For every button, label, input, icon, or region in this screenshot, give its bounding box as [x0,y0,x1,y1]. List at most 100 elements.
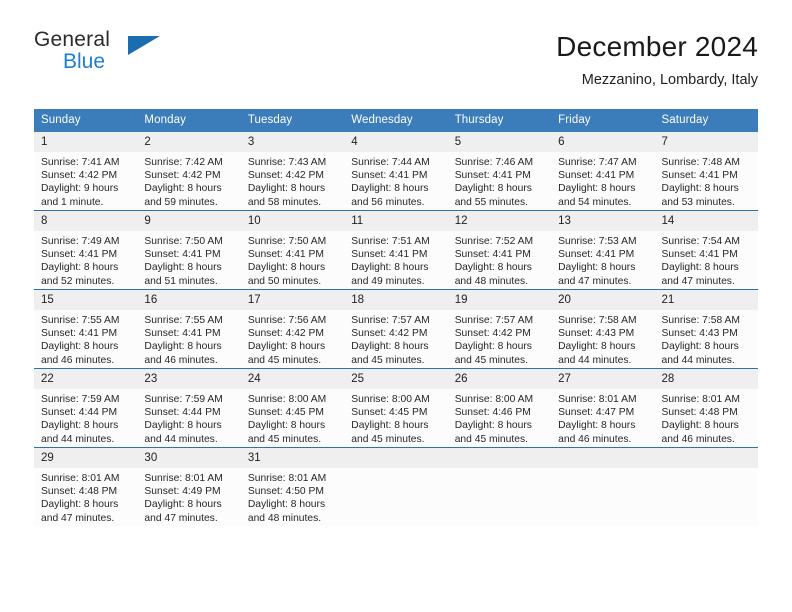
day-cell-inner: 28 Sunrise: 8:01 AM Sunset: 4:48 PM Dayligh… [654,369,758,447]
day-number: 30 [137,448,241,468]
logo-triangle-icon [128,36,160,55]
sunrise-text: Sunrise: 7:49 AM [41,236,120,247]
day-cell[interactable]: 6 Sunrise: 7:47 AM Sunset: 4:41 PM Daylight… [551,132,655,211]
day-details: Sunrise: 7:48 AM Sunset: 4:41 PM Daylight:… [655,152,758,209]
sunrise-text: Sunrise: 8:00 AM [247,394,327,405]
daylight-text-line1: Daylight: 8 hours [247,420,326,432]
day-cell-inner: 11 Sunrise: 7:51 AM Sunset: 4:41 PM Dayligh… [344,211,448,289]
day-cell[interactable]: 12 Sunrise: 7:52 AM Sunset: 4:41 PM Dayligh… [447,210,552,290]
daylight-text-line1: Daylight: 8 hours [454,262,532,274]
day-cell[interactable]: 29 Sunrise: 8:01 AM Sunset: 4:48 PM Dayligh… [34,447,138,526]
daylight-text-line1: Daylight: 8 hours [144,341,222,353]
daylight-text-line2: and 45 minutes. [454,433,528,445]
day-number [447,448,552,468]
daylight-text-line1: Daylight: 8 hours [351,341,429,353]
sunset-text: Sunset: 4:44 PM [41,407,118,419]
calendar-body: 1 Sunrise: 7:41 AM Sunset: 4:42 PM Daylight… [34,132,758,526]
daylight-text-line2: and 45 minutes. [351,433,425,445]
day-cell[interactable]: 9 Sunrise: 7:50 AM Sunset: 4:41 PM Daylight… [137,210,241,290]
day-cell-inner: 20 Sunrise: 7:58 AM Sunset: 4:43 PM Dayligh… [551,290,655,368]
daylight-text-line2: and 46 minutes. [558,433,632,445]
day-cell[interactable]: 23 Sunrise: 7:59 AM Sunset: 4:44 PM Dayligh… [137,368,241,448]
day-number: 17 [240,290,345,310]
sunset-text: Sunset: 4:46 PM [454,407,531,419]
day-cell[interactable]: 25 Sunrise: 8:00 AM Sunset: 4:45 PM Dayligh… [344,368,448,448]
sunrise-text: Sunrise: 7:41 AM [41,157,120,168]
sunset-text: Sunset: 4:41 PM [351,170,428,182]
day-details: Sunrise: 7:56 AM Sunset: 4:42 PM Daylight:… [241,310,344,367]
day-cell[interactable]: 24 Sunrise: 8:00 AM Sunset: 4:45 PM Dayligh… [240,368,345,448]
sunset-text: Sunset: 4:41 PM [558,249,635,261]
day-details: Sunrise: 7:57 AM Sunset: 4:42 PM Daylight:… [448,310,551,367]
sunset-text: Sunset: 4:48 PM [661,407,738,419]
day-cell[interactable]: 11 Sunrise: 7:51 AM Sunset: 4:41 PM Dayligh… [344,210,448,290]
day-details: Sunrise: 7:41 AM Sunset: 4:42 PM Daylight:… [34,152,137,209]
day-cell[interactable]: 10 Sunrise: 7:50 AM Sunset: 4:41 PM Dayligh… [240,210,345,290]
sunset-text: Sunset: 4:44 PM [144,407,221,419]
sunrise-text: Sunrise: 7:50 AM [247,236,327,247]
daylight-text-line2: and 51 minutes. [144,275,218,287]
day-cell-inner: 4 Sunrise: 7:44 AM Sunset: 4:41 PM Daylight… [344,132,448,210]
daylight-text-line2: and 49 minutes. [351,275,425,287]
day-number [344,448,448,468]
day-cell[interactable]: 16 Sunrise: 7:55 AM Sunset: 4:41 PM Dayligh… [137,289,241,369]
day-number: 6 [551,132,655,152]
day-cell[interactable]: 14 Sunrise: 7:54 AM Sunset: 4:41 PM Dayligh… [654,210,758,290]
day-cell[interactable]: 5 Sunrise: 7:46 AM Sunset: 4:41 PM Daylight… [447,132,552,211]
day-number [654,448,758,468]
weekday-header-tuesday: Tuesday [240,109,345,132]
day-cell[interactable]: 13 Sunrise: 7:53 AM Sunset: 4:41 PM Dayligh… [551,210,655,290]
day-cell-inner [654,448,758,526]
day-cell-inner: 10 Sunrise: 7:50 AM Sunset: 4:41 PM Dayligh… [240,211,345,289]
weekday-header-thursday: Thursday [447,109,552,132]
day-cell-inner: 9 Sunrise: 7:50 AM Sunset: 4:41 PM Daylight… [137,211,241,289]
day-cell[interactable]: 27 Sunrise: 8:01 AM Sunset: 4:47 PM Dayligh… [551,368,655,448]
day-cell[interactable]: 17 Sunrise: 7:56 AM Sunset: 4:42 PM Dayligh… [240,289,345,369]
day-cell[interactable]: 28 Sunrise: 8:01 AM Sunset: 4:48 PM Dayligh… [654,368,758,448]
daylight-text-line1: Daylight: 8 hours [41,499,119,511]
sunrise-text: Sunrise: 7:55 AM [144,315,223,326]
daylight-text-line2: and 45 minutes. [247,433,322,445]
day-details: Sunrise: 7:43 AM Sunset: 4:42 PM Daylight:… [241,152,344,209]
day-number: 2 [137,132,241,152]
general-blue-logo[interactable]: General Blue [34,28,164,82]
day-cell[interactable]: 18 Sunrise: 7:57 AM Sunset: 4:42 PM Dayligh… [344,289,448,369]
sunrise-text: Sunrise: 7:59 AM [41,394,120,405]
day-cell-empty [447,447,552,526]
week-row: 8 Sunrise: 7:49 AM Sunset: 4:41 PM Daylight… [34,210,758,290]
day-cell[interactable]: 7 Sunrise: 7:48 AM Sunset: 4:41 PM Daylight… [654,132,758,211]
daylight-text-line2: and 56 minutes. [351,196,425,208]
daylight-text-line1: Daylight: 8 hours [351,262,429,274]
day-cell[interactable]: 26 Sunrise: 8:00 AM Sunset: 4:46 PM Dayligh… [447,368,552,448]
day-cell[interactable]: 3 Sunrise: 7:43 AM Sunset: 4:42 PM Daylight… [240,132,345,211]
day-cell[interactable]: 22 Sunrise: 7:59 AM Sunset: 4:44 PM Dayligh… [34,368,138,448]
sunset-text: Sunset: 4:48 PM [41,486,118,498]
day-cell[interactable]: 31 Sunrise: 8:01 AM Sunset: 4:50 PM Dayligh… [240,447,345,526]
day-number: 29 [34,448,138,468]
daylight-text-line1: Daylight: 8 hours [144,499,222,511]
day-cell-inner: 6 Sunrise: 7:47 AM Sunset: 4:41 PM Daylight… [551,132,655,210]
weekday-header-wednesday: Wednesday [344,109,448,132]
day-cell[interactable]: 1 Sunrise: 7:41 AM Sunset: 4:42 PM Daylight… [34,132,138,211]
day-cell[interactable]: 4 Sunrise: 7:44 AM Sunset: 4:41 PM Daylight… [344,132,448,211]
sunset-text: Sunset: 4:45 PM [351,407,428,419]
day-cell-empty [654,447,758,526]
daylight-text-line2: and 44 minutes. [144,433,218,445]
sunset-text: Sunset: 4:41 PM [454,170,531,182]
day-cell[interactable]: 20 Sunrise: 7:58 AM Sunset: 4:43 PM Dayligh… [551,289,655,369]
day-cell[interactable]: 30 Sunrise: 8:01 AM Sunset: 4:49 PM Dayligh… [137,447,241,526]
daylight-text-line1: Daylight: 9 hours [41,183,119,195]
daylight-text-line2: and 44 minutes. [661,354,735,366]
day-cell[interactable]: 21 Sunrise: 7:58 AM Sunset: 4:43 PM Dayligh… [654,289,758,369]
sunset-text: Sunset: 4:42 PM [247,170,324,182]
sunrise-text: Sunrise: 7:52 AM [454,236,534,247]
day-cell[interactable]: 8 Sunrise: 7:49 AM Sunset: 4:41 PM Daylight… [34,210,138,290]
day-cell[interactable]: 19 Sunrise: 7:57 AM Sunset: 4:42 PM Dayligh… [447,289,552,369]
day-number: 27 [551,369,655,389]
day-cell[interactable]: 2 Sunrise: 7:42 AM Sunset: 4:42 PM Daylight… [137,132,241,211]
sunrise-text: Sunrise: 7:57 AM [454,315,534,326]
day-cell-inner: 16 Sunrise: 7:55 AM Sunset: 4:41 PM Dayligh… [137,290,241,368]
day-cell[interactable]: 15 Sunrise: 7:55 AM Sunset: 4:41 PM Dayligh… [34,289,138,369]
sunrise-text: Sunrise: 7:47 AM [558,157,637,168]
day-cell-inner: 25 Sunrise: 8:00 AM Sunset: 4:45 PM Dayligh… [344,369,448,447]
